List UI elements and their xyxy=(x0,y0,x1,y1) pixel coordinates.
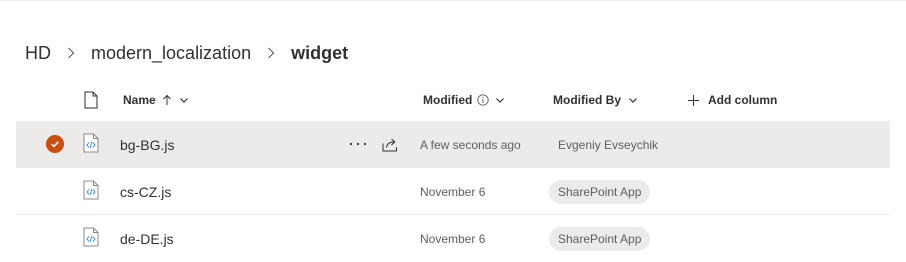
column-header-modified-by[interactable]: Modified By xyxy=(553,80,639,120)
modified-date: A few seconds ago xyxy=(420,137,521,152)
file-name[interactable]: cs-CZ.js xyxy=(120,168,171,215)
modified-date: November 6 xyxy=(420,184,486,199)
column-header-modified[interactable]: Modified xyxy=(423,80,506,120)
top-divider xyxy=(0,0,906,1)
file-name[interactable]: de-DE.js xyxy=(120,215,174,262)
modified-by-name[interactable]: Evgeniy Evseychik xyxy=(558,121,658,168)
breadcrumb: HD modern_localization widget xyxy=(25,40,348,66)
modified-by-badge[interactable]: SharePoint App xyxy=(549,227,651,251)
breadcrumb-item-modern-localization[interactable]: modern_localization xyxy=(91,43,251,64)
plus-icon xyxy=(687,94,700,107)
file-type-header[interactable] xyxy=(84,80,98,120)
chevron-right-icon xyxy=(260,40,282,66)
add-column-label: Add column xyxy=(708,93,778,107)
arrow-up-icon xyxy=(162,94,172,106)
more-icon[interactable] xyxy=(346,133,370,155)
js-file-icon xyxy=(83,180,99,205)
table-row[interactable]: bg-BG.js A few seconds ago Evgeniy Evsey… xyxy=(16,121,890,168)
file-name[interactable]: bg-BG.js xyxy=(120,121,174,168)
column-name-label: Name xyxy=(123,93,156,107)
list-header: Name Modified Modified By Add column xyxy=(16,80,890,120)
chevron-right-icon xyxy=(60,40,82,66)
table-row[interactable]: de-DE.js November 6 SharePoint App xyxy=(16,215,890,262)
chevron-down-icon xyxy=(494,94,506,106)
column-header-name[interactable]: Name xyxy=(123,80,190,120)
breadcrumb-current: widget xyxy=(291,42,349,63)
modified-date: November 6 xyxy=(420,231,486,246)
document-icon xyxy=(84,91,98,109)
share-icon[interactable] xyxy=(378,133,402,155)
js-file-icon xyxy=(83,227,99,252)
modified-by-badge[interactable]: SharePoint App xyxy=(549,180,651,204)
chevron-down-icon xyxy=(178,94,190,106)
checkmark-icon[interactable] xyxy=(46,135,64,153)
add-column-button[interactable]: Add column xyxy=(687,80,777,120)
info-icon[interactable] xyxy=(477,94,489,106)
column-modified-label: Modified xyxy=(423,93,473,107)
js-file-icon xyxy=(83,133,99,158)
table-row[interactable]: cs-CZ.js November 6 SharePoint App xyxy=(16,168,890,215)
chevron-down-icon xyxy=(627,94,639,106)
breadcrumb-item-hd[interactable]: HD xyxy=(25,43,51,64)
column-modified-by-label: Modified By xyxy=(553,93,621,107)
